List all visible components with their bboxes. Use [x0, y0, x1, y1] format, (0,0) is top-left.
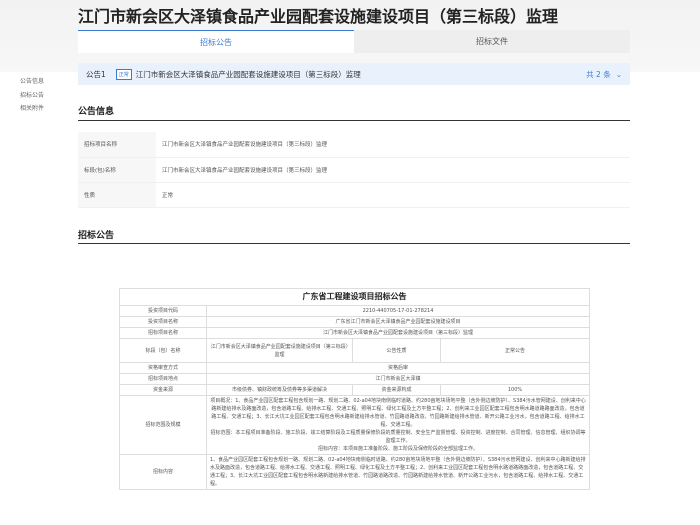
row-label: 投资项目代码 [119, 305, 207, 317]
notice-info-table: 招标项目名称 江门市新会区大泽镇食品产业园配套设施建设项目（第三标段）监理 标段(… [78, 132, 630, 209]
sidebar: 公告信息 招标公告 相关附件 [20, 76, 44, 117]
section-heading-bid-notice: 招标公告 [78, 231, 115, 241]
notice-selector[interactable]: 公告1 正常 江门市新会区大泽镇食品产业园配套设施建设项目（第三标段）监理 共 … [78, 63, 630, 85]
row-value: 江门市新会区大泽镇食品产业园配套设施建设项目（第三标段）监理 [156, 132, 630, 158]
chevron-down-icon[interactable]: ⌄ [616, 70, 622, 79]
document-title: 广东省工程建设项目招标公告 [119, 288, 590, 306]
notice-count: 共 2 条 [586, 69, 611, 79]
row-value: 江门市新会区大泽镇 [206, 373, 590, 385]
row-label: 性质 [78, 182, 156, 209]
table-row: 招标项目名称 江门市新会区大泽镇食品产业园配套设施建设项目（第三标段）监理 [78, 132, 630, 158]
scope-overview: 项目概况：1、食品产业园区配套工程包含规划一路、规划二路、02-a04地块南侧临… [210, 398, 586, 428]
row-value: 1、食品产业园区配套工程包含规划一路、规划二路、02-a04地块南侧临时道路、约… [206, 454, 590, 490]
row-label: 招标项目地点 [119, 373, 207, 385]
row-label: 标段（包）名称 [119, 338, 207, 363]
divider [78, 243, 630, 244]
row-label: 公告性质 [352, 338, 441, 363]
row-value: 市级债券、镇财政统筹及债券等多渠道解决 [206, 384, 353, 396]
row-label: 招标项目名称 [119, 327, 207, 339]
row-value: 资格后审 [206, 362, 590, 374]
table-row: 标段(包)名称 江门市新会区大泽镇食品产业园配套设施建设项目（第三标段）监理 [78, 157, 630, 184]
row-value: 正常 [156, 182, 630, 209]
row-label: 招标范围及规模 [119, 395, 207, 455]
notice-title: 江门市新会区大泽镇食品产业园配套设施建设项目（第三标段）监理 [135, 69, 361, 79]
row-label: 资格审查方式 [119, 362, 207, 374]
tab-bar: 招标公告 招标文件 [78, 30, 630, 53]
scope-content: 招标内容：本项目施工准备阶段、施工阶段及保修阶段的全部监理工作。 [317, 446, 478, 452]
tab-bid-documents[interactable]: 招标文件 [354, 30, 630, 53]
sidebar-item-bid-notice[interactable]: 招标公告 [20, 90, 44, 104]
bid-announcement-document: 广东省工程建设项目招标公告 投资项目代码 2210-440705-17-01-27… [119, 288, 590, 490]
scope-range: 招标范围：本工程项目准备阶段、施工阶段、竣工结算阶段及工程质量保修阶段的质量控制… [210, 430, 586, 444]
row-value: 项目概况：1、食品产业园区配套工程包含规划一路、规划二路、02-a04地块南侧临… [206, 395, 590, 455]
row-label: 投资项目名称 [119, 316, 207, 328]
row-value: 正常公告 [440, 338, 590, 363]
page-title: 江门市新会区大泽镇食品产业园配套设施建设项目（第三标段）监理 [78, 7, 559, 26]
sidebar-item-notice-info[interactable]: 公告信息 [20, 76, 44, 90]
row-label: 招标项目名称 [78, 132, 156, 158]
divider [78, 120, 630, 121]
row-label: 资金来源 [119, 384, 207, 396]
row-label: 招标内容 [119, 454, 207, 490]
row-value: 江门市新会区大泽镇食品产业园配套设施建设项目（第三标段）监理 [156, 157, 630, 184]
status-badge: 正常 [115, 68, 132, 80]
row-value: 江门市新会区大泽镇食品产业园配套设施建设项目（第三标段）监理 [206, 338, 353, 363]
row-value: 江门市新会区大泽镇食品产业园配套设施建设项目（第三标段）监理 [206, 327, 590, 339]
section-heading-notice-info: 公告信息 [78, 107, 115, 117]
sidebar-item-attachments[interactable]: 相关附件 [20, 103, 44, 117]
table-row: 性质 正常 [78, 182, 630, 209]
row-value: 广东省江门市新会区大泽镇食品产业园配套设施建设项目 [206, 316, 590, 328]
row-value: 2210-440705-17-01-278214 [206, 305, 590, 317]
notice-label: 公告1 [86, 69, 106, 79]
row-label: 资金来源构成 [352, 384, 441, 396]
tab-bid-notice[interactable]: 招标公告 [78, 30, 354, 53]
row-value: 100% [440, 384, 590, 396]
row-label: 标段(包)名称 [78, 157, 156, 184]
